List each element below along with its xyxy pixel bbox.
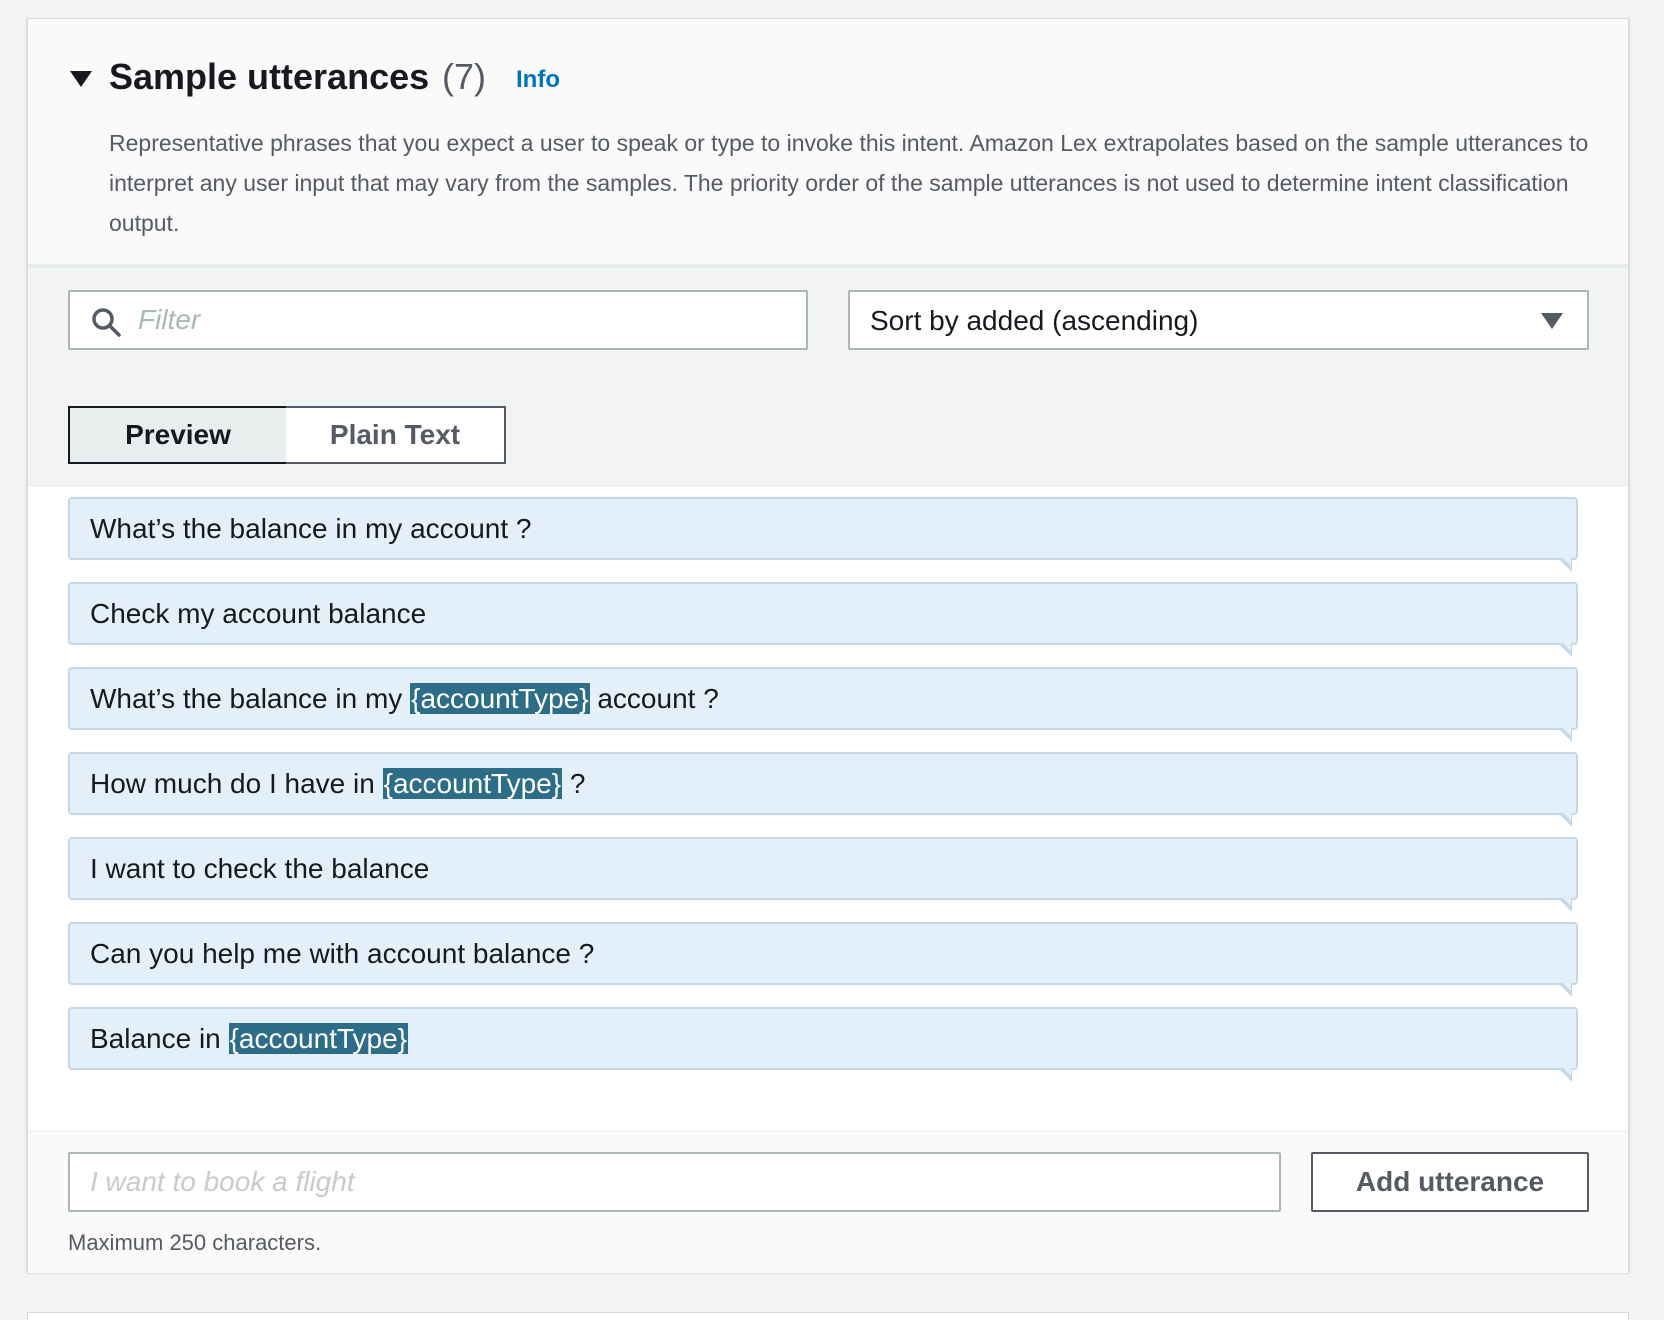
preview-toggle-button[interactable]: Preview — [68, 406, 288, 464]
utterance-item[interactable]: What’s the balance in my {accountType} a… — [68, 667, 1578, 742]
collapse-caret-icon[interactable] — [70, 71, 92, 87]
section-title: Sample utterances — [109, 56, 430, 97]
utterance-text: Can you help me with account balance ? — [90, 938, 595, 969]
utterance-list: What’s the balance in my account ? Check … — [28, 487, 1628, 1147]
bubble-tail — [1558, 556, 1572, 572]
utterance-text: How much do I have in — [90, 768, 383, 799]
add-utterance-footer: Add utterance Maximum 250 characters. — [28, 1131, 1628, 1273]
utterance-text: Check my account balance — [90, 598, 427, 629]
next-panel-edge — [27, 1312, 1629, 1320]
info-link[interactable]: Info — [516, 65, 560, 95]
utterance-text: Balance in — [90, 1023, 229, 1054]
plain-text-toggle-button[interactable]: Plain Text — [286, 406, 506, 464]
slot-tag[interactable]: {accountType} — [382, 768, 563, 799]
utterance-item[interactable]: I want to check the balance — [68, 837, 1578, 912]
section-description: Representative phrases that you expect a… — [109, 130, 1589, 236]
slot-tag[interactable]: {accountType} — [410, 683, 590, 714]
utterance-text: What’s the balance in my — [90, 683, 411, 714]
caret-down-icon — [1541, 313, 1563, 329]
utterance-item[interactable]: What’s the balance in my account ? — [68, 497, 1578, 572]
utterance-text: What’s the balance in my account ? — [90, 513, 532, 544]
utterance-item[interactable]: Balance in {accountType} — [68, 1007, 1578, 1082]
sample-utterances-panel: Sample utterances (7) Info Representativ… — [27, 18, 1629, 1273]
utterance-item[interactable]: Can you help me with account balance ? — [68, 922, 1578, 997]
filter-input[interactable] — [138, 300, 778, 340]
utterance-text: account ? — [589, 683, 719, 714]
section-header: Sample utterances (7) Info Representativ… — [28, 19, 1628, 267]
utterance-count: (7) — [442, 56, 486, 97]
utterance-controls: Sort by added (ascending) Preview Plain … — [28, 268, 1628, 486]
character-limit-hint: Maximum 250 characters. — [68, 1230, 322, 1255]
bubble-tail — [1558, 1066, 1572, 1082]
utterance-item[interactable]: Check my account balance — [68, 582, 1578, 657]
search-icon — [92, 308, 121, 337]
bubble-tail — [1558, 726, 1572, 742]
utterance-text: I want to check the balance — [90, 853, 430, 884]
bubble-tail — [1558, 896, 1572, 912]
bubble-tail — [1558, 981, 1572, 997]
new-utterance-input[interactable] — [68, 1152, 1281, 1212]
sort-selected-value: Sort by added (ascending) — [870, 305, 1199, 336]
add-utterance-button[interactable]: Add utterance — [1311, 1152, 1589, 1212]
bubble-tail — [1558, 641, 1572, 657]
sort-select[interactable]: Sort by added (ascending) — [848, 290, 1589, 350]
utterance-text: ? — [562, 768, 586, 799]
bubble-tail — [1558, 811, 1572, 827]
filter-box[interactable] — [68, 290, 808, 350]
utterance-item[interactable]: How much do I have in {accountType} ? — [68, 752, 1578, 827]
slot-tag[interactable]: {accountType} — [228, 1023, 409, 1054]
